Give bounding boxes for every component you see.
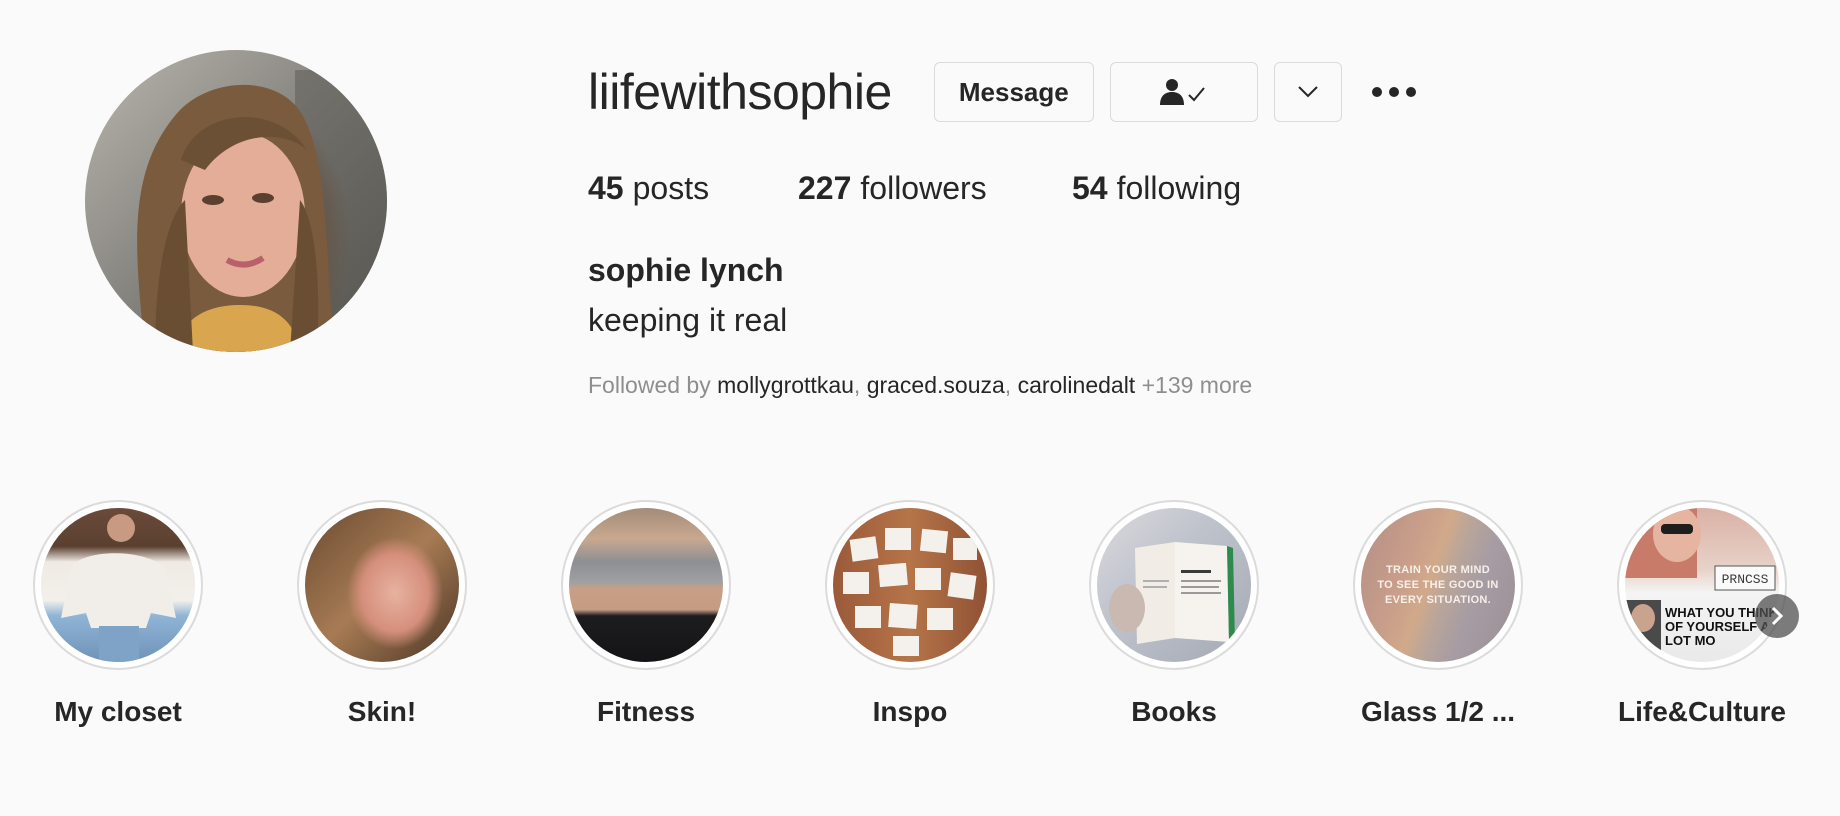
chevron-down-icon	[1298, 86, 1318, 98]
collage-plate-text: PRNCSS	[1722, 572, 1769, 587]
chevron-right-icon	[1771, 606, 1784, 626]
highlight-inspo[interactable]: Inspo	[820, 500, 1000, 728]
story-highlights: My closet Skin! Fitness Inspo Books TRAI…	[0, 500, 1840, 740]
highlight-cover-image	[41, 508, 195, 662]
profile-page: liifewithsophie Message 45 posts 227 fol…	[0, 0, 1840, 816]
posts-stat[interactable]: 45 posts	[588, 170, 798, 207]
following-label: following	[1116, 170, 1242, 206]
highlight-cover-text: TRAIN YOUR MIND TO SEE THE GOOD IN EVERY…	[1377, 563, 1499, 606]
followed-by[interactable]: Followed by mollygrottkau, graced.souza,…	[588, 372, 1252, 399]
highlight-ring: PRNCSS WHAT YOU THINK OF YOURSELF A LOT …	[1617, 500, 1787, 670]
separator: ,	[1004, 372, 1012, 398]
sticky-notes-illustration	[843, 528, 977, 656]
highlight-cover-image: PRNCSS WHAT YOU THINK OF YOURSELF A LOT …	[1625, 508, 1779, 662]
suggested-accounts-dropdown[interactable]	[1273, 62, 1342, 122]
more-dot	[1371, 87, 1382, 97]
collage-illustration: PRNCSS WHAT YOU THINK OF YOURSELF A LOT …	[1625, 508, 1778, 662]
posts-label: posts	[632, 170, 710, 206]
highlight-books[interactable]: Books	[1084, 500, 1264, 728]
followed-by-user[interactable]: graced.souza	[867, 372, 1005, 398]
highlight-ring	[297, 500, 467, 670]
followers-label: followers	[860, 170, 987, 206]
open-book-illustration	[1109, 542, 1235, 644]
highlight-fitness[interactable]: Fitness	[556, 500, 736, 728]
highlight-ring	[825, 500, 995, 670]
posts-count: 45	[588, 170, 624, 206]
more-options-icon[interactable]	[1368, 72, 1420, 112]
highlight-label: My closet	[54, 696, 182, 727]
followed-by-prefix: Followed by	[588, 372, 711, 398]
followed-by-user[interactable]: mollygrottkau	[717, 372, 854, 398]
highlight-label: Glass 1/2 ...	[1360, 696, 1516, 727]
followed-by-more[interactable]: +139 more	[1142, 372, 1253, 398]
highlight-ring	[561, 500, 731, 670]
avatar-photo-illustration	[137, 70, 387, 352]
profile-stats: 45 posts 227 followers 54 following	[588, 170, 1241, 207]
message-button[interactable]: Message	[933, 62, 1094, 122]
followed-by-user[interactable]: carolinedalt	[1018, 372, 1136, 398]
highlight-label: Fitness	[596, 696, 696, 727]
profile-username: liifewithsophie	[588, 64, 892, 120]
followers-count: 227	[798, 170, 852, 206]
highlight-cover-image: TRAIN YOUR MIND TO SEE THE GOOD IN EVERY…	[1361, 508, 1515, 662]
more-dot	[1405, 87, 1416, 97]
followers-stat[interactable]: 227 followers	[798, 170, 1072, 207]
more-dot	[1388, 87, 1399, 97]
highlight-label: Inspo	[872, 696, 948, 727]
highlight-ring	[1089, 500, 1259, 670]
separator: ,	[853, 372, 861, 398]
highlight-cover-image	[1097, 508, 1251, 662]
highlight-label: Life&Culture	[1618, 696, 1786, 727]
highlights-next-button[interactable]	[1755, 594, 1799, 638]
highlight-label: Books	[1131, 696, 1217, 727]
following-button[interactable]	[1109, 62, 1258, 122]
profile-avatar[interactable]	[85, 50, 387, 352]
highlight-label: Skin!	[347, 696, 417, 727]
profile-full-name: sophie lynch	[588, 252, 784, 288]
highlight-cover-image	[305, 508, 459, 662]
closet-illustration	[61, 514, 176, 662]
person-check-icon	[1159, 79, 1205, 105]
highlight-ring: TRAIN YOUR MIND TO SEE THE GOOD IN EVERY…	[1353, 500, 1523, 670]
following-count: 54	[1072, 170, 1108, 206]
highlight-cover-image	[833, 508, 987, 662]
following-stat[interactable]: 54 following	[1072, 170, 1241, 207]
highlight-cover-image	[569, 508, 723, 662]
highlight-ring	[33, 500, 203, 670]
profile-bio: keeping it real	[588, 302, 788, 338]
profile-header: liifewithsophie Message	[588, 62, 1420, 122]
highlight-skin[interactable]: Skin!	[292, 500, 472, 728]
highlight-my-closet[interactable]: My closet	[28, 500, 208, 728]
highlight-glass-half[interactable]: TRAIN YOUR MIND TO SEE THE GOOD IN EVERY…	[1348, 500, 1528, 728]
